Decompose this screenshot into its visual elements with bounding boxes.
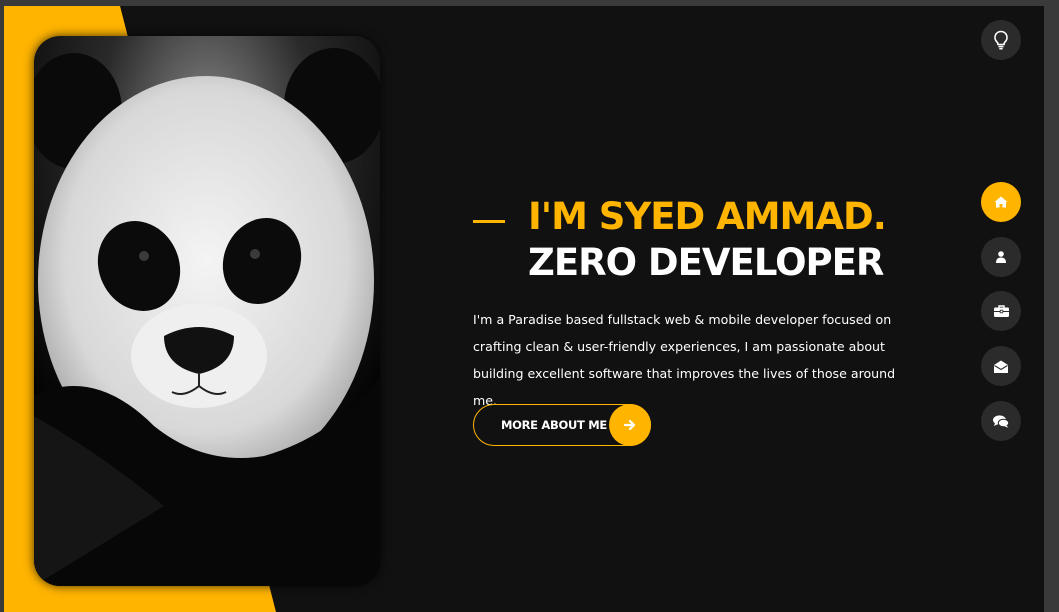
briefcase-icon <box>993 305 1009 317</box>
home-icon <box>994 196 1008 208</box>
nav-home-button[interactable] <box>981 182 1021 222</box>
page: I'M SYED AMMAD. ZERO DEVELOPER I'm a Par… <box>4 6 1044 612</box>
hero-title-role: ZERO DEVELOPER <box>528 241 884 284</box>
title-accent-line <box>473 220 505 223</box>
nav-portfolio-button[interactable] <box>981 291 1021 331</box>
more-about-me-label: MORE ABOUT ME <box>501 418 607 432</box>
theme-toggle-button[interactable] <box>981 20 1021 60</box>
comments-icon <box>993 414 1009 428</box>
hero-description: I'm a Paradise based fullstack web & mob… <box>473 312 896 408</box>
envelope-open-icon <box>994 360 1008 373</box>
hero-title-name: I'M SYED AMMAD. <box>528 195 887 238</box>
more-about-me-button[interactable]: MORE ABOUT ME <box>473 404 651 446</box>
hero-title: I'M SYED AMMAD. ZERO DEVELOPER <box>528 194 933 286</box>
nav-blog-button[interactable] <box>981 401 1021 441</box>
lightbulb-icon <box>994 30 1008 50</box>
arrow-right-icon <box>609 404 651 446</box>
hero-section: I'M SYED AMMAD. ZERO DEVELOPER I'm a Par… <box>473 194 933 414</box>
nav-about-button[interactable] <box>981 237 1021 277</box>
user-icon <box>996 251 1006 263</box>
nav-contact-button[interactable] <box>981 346 1021 386</box>
profile-photo <box>34 36 380 586</box>
